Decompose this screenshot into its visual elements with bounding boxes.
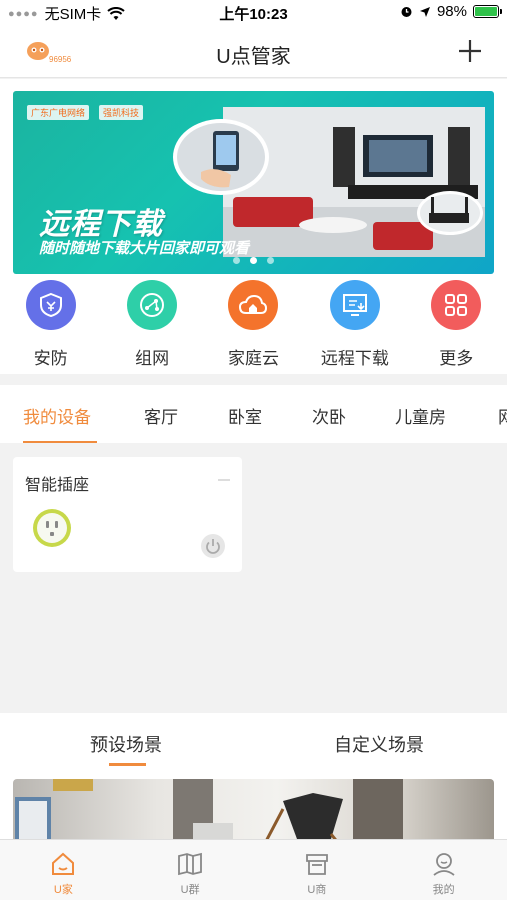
tab-living-room[interactable]: 客厅 xyxy=(144,403,178,428)
network-icon xyxy=(127,280,178,330)
pager-dot[interactable] xyxy=(267,257,274,264)
banner-subline: 随时随地下载大片回家即可观看 xyxy=(39,240,250,257)
brand-qiangkai: 强凯科技 xyxy=(99,105,144,120)
scene-tab-indicator xyxy=(109,763,146,766)
scene-section: 预设场景 自定义场景 xyxy=(0,713,507,839)
shortcut-label: 家庭云 xyxy=(227,349,279,368)
tab-my-devices[interactable]: 我的设备 xyxy=(23,403,91,428)
tab-label: 我的 xyxy=(432,884,455,896)
main-content[interactable]: 广东广电网络 强凯科技 远程下载 随时随地下载大片回家即可观看 安防 组网 家庭… xyxy=(0,79,507,839)
book-icon xyxy=(178,852,203,876)
shortcut-home-cloud[interactable]: 家庭云 xyxy=(203,274,304,374)
tab-u-shop[interactable]: U商 xyxy=(254,840,381,900)
tab-u-group[interactable]: U群 xyxy=(127,840,254,900)
shortcut-network[interactable]: 组网 xyxy=(101,274,202,374)
status-bar: ●●●● 无SIM卡 上午10:23 98% xyxy=(0,0,507,26)
grid-icon xyxy=(431,280,482,330)
nav-bar: 96956 U点管家 xyxy=(0,26,507,78)
scene-photo[interactable] xyxy=(13,779,494,839)
page-title: U点管家 xyxy=(216,46,291,68)
shortcut-label: 更多 xyxy=(439,349,474,368)
device-area: 智能插座 xyxy=(0,443,507,713)
profile-icon xyxy=(433,853,455,876)
banner-pager[interactable] xyxy=(13,257,494,264)
tab-custom-scenes[interactable]: 自定义场景 xyxy=(334,731,424,757)
pager-dot[interactable] xyxy=(250,257,257,264)
promo-banner[interactable]: 广东广电网络 强凯科技 远程下载 随时随地下载大片回家即可观看 xyxy=(13,91,494,274)
tab-label: U商 xyxy=(307,884,327,896)
device-card-smart-socket[interactable]: 智能插座 xyxy=(13,457,242,572)
battery-fill xyxy=(475,7,497,16)
scene-room-image xyxy=(15,779,403,839)
brand-guangdian: 广东广电网络 xyxy=(27,105,90,120)
home-icon xyxy=(52,852,75,875)
add-icon[interactable] xyxy=(455,36,485,66)
smart-socket-icon xyxy=(33,509,71,547)
room-tabs: 我的设备 客厅 卧室 次卧 儿童房 网 xyxy=(0,385,507,443)
tab-preset-scenes[interactable]: 预设场景 xyxy=(90,731,162,757)
tab-mine[interactable]: 我的 xyxy=(380,840,507,900)
banner-brands: 广东广电网络 强凯科技 xyxy=(27,105,144,120)
shortcut-remote-download[interactable]: 远程下载 xyxy=(304,274,405,374)
battery-percent: 98% xyxy=(436,3,467,20)
tab-second-bedroom[interactable]: 次卧 xyxy=(312,403,346,428)
tab-label: U家 xyxy=(53,884,73,896)
tab-network[interactable]: 网 xyxy=(498,403,507,428)
pager-dot[interactable] xyxy=(233,257,240,264)
shortcut-security[interactable]: 安防 xyxy=(0,274,101,374)
shortcut-row: 安防 组网 家庭云 远程下载 更多 xyxy=(0,274,507,374)
banner-section: 广东广电网络 强凯科技 远程下载 随时随地下载大片回家即可观看 xyxy=(0,79,507,285)
phone-hand-bubble xyxy=(173,119,269,195)
shortcut-label: 组网 xyxy=(135,349,170,368)
router-bubble xyxy=(417,191,483,235)
alarm-icon xyxy=(401,7,412,17)
location-arrow-icon xyxy=(419,6,430,17)
shop-icon xyxy=(305,854,328,875)
shortcut-label: 远程下载 xyxy=(320,349,389,368)
bottom-tab-bar: U家 U群 U商 我的 xyxy=(0,839,507,900)
tab-bedroom[interactable]: 卧室 xyxy=(228,403,262,428)
tab-kids-room[interactable]: 儿童房 xyxy=(395,403,446,428)
power-button-icon[interactable] xyxy=(200,533,226,559)
tab-u-home[interactable]: U家 xyxy=(0,840,127,900)
shortcut-more[interactable]: 更多 xyxy=(406,274,507,374)
shield-icon xyxy=(25,280,76,330)
tab-label: U群 xyxy=(180,884,200,896)
cloud-home-icon xyxy=(228,280,279,330)
remote-download-icon xyxy=(329,280,380,330)
device-name: 智能插座 xyxy=(25,477,90,494)
device-menu-handle[interactable] xyxy=(218,479,230,481)
shortcut-label: 安防 xyxy=(33,349,68,368)
battery-icon xyxy=(473,5,502,18)
